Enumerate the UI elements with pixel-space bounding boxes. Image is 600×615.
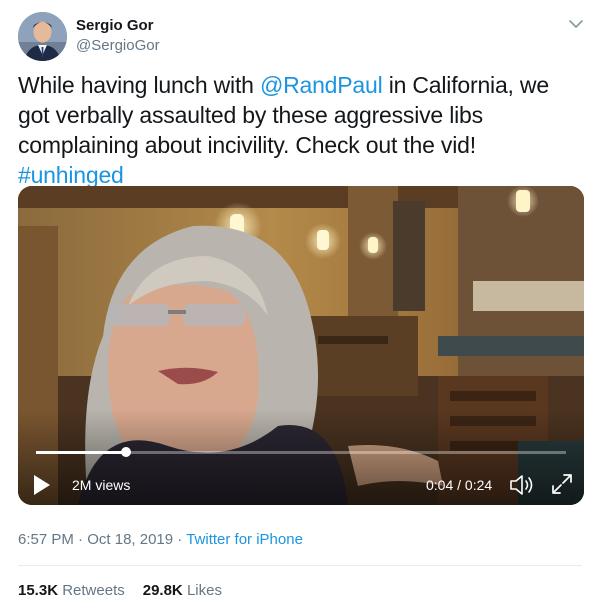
hashtag-link[interactable]: #unhinged <box>18 162 124 188</box>
chevron-down-icon[interactable] <box>566 14 586 34</box>
meta-separator: · <box>73 531 88 548</box>
avatar[interactable] <box>18 12 67 61</box>
retweets-count: 15.3K <box>18 582 59 599</box>
author-names: Sergio Gor @SergioGor <box>76 16 160 56</box>
tweet-stats: 15.3K Retweets 29.8K Likes <box>18 581 222 601</box>
author-display-name[interactable]: Sergio Gor <box>76 16 160 36</box>
likes-label: Likes <box>186 582 222 599</box>
tweet-text: While having lunch with @RandPaul in Cal… <box>18 70 583 190</box>
tweet-meta: 6:57 PM · Oct 18, 2019 · Twitter for iPh… <box>18 530 303 550</box>
retweets-stat[interactable]: 15.3K Retweets <box>18 582 125 599</box>
video-progress-fill <box>36 451 127 454</box>
tweet-date[interactable]: Oct 18, 2019 <box>87 531 173 548</box>
likes-stat[interactable]: 29.8K Likes <box>143 582 222 599</box>
video-player[interactable]: 2M views 0:04 / 0:24 <box>18 186 584 505</box>
video-frame <box>18 186 584 505</box>
likes-count: 29.8K <box>142 582 183 599</box>
retweets-label: Retweets <box>62 582 125 599</box>
tweet-card: Sergio Gor @SergioGor While having lunch… <box>0 0 600 615</box>
fullscreen-icon[interactable] <box>550 472 574 496</box>
play-icon[interactable] <box>32 474 52 496</box>
video-view-count: 2M views <box>72 477 131 493</box>
video-time: 0:04 / 0:24 <box>426 477 493 493</box>
divider <box>18 565 582 566</box>
video-progress-bar[interactable] <box>36 447 566 457</box>
tweet-time[interactable]: 6:57 PM <box>18 531 74 548</box>
author-handle[interactable]: @SergioGor <box>76 36 160 56</box>
tweet-text-part: While having lunch with <box>18 72 260 98</box>
volume-icon[interactable] <box>508 472 536 498</box>
tweet-source-link[interactable]: Twitter for iPhone <box>186 531 303 548</box>
meta-separator: · <box>173 531 187 548</box>
mention-link[interactable]: @RandPaul <box>260 72 383 98</box>
